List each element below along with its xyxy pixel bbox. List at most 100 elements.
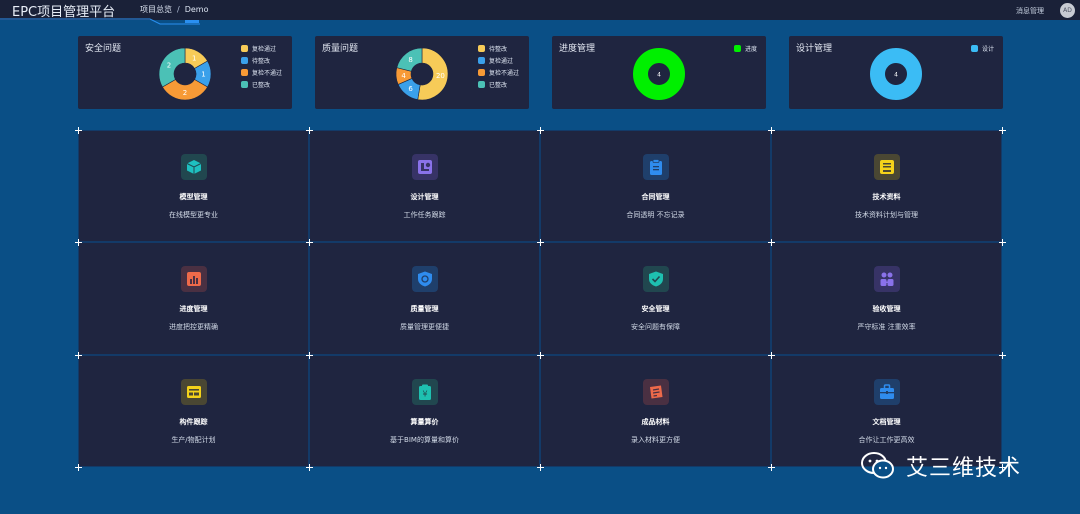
stat-panel-0[interactable]: 安全问题 1 1 2 2 复检通过 待整改 复检不通过 已整改: [78, 36, 292, 109]
legend-label: 待整改: [252, 57, 271, 65]
wechat-logo-icon: [861, 452, 894, 479]
legend-label: 复检不通过: [489, 69, 520, 77]
module-card[interactable]: 设计管理 工作任务跟踪: [309, 130, 540, 243]
legend-label: 复检不通过: [252, 69, 283, 77]
module-title: 设计管理: [410, 193, 439, 201]
shield-badge-icon: [418, 271, 432, 287]
module-icon-box: ¥: [412, 378, 438, 405]
breadcrumb: 项目总览 / Demo: [140, 5, 209, 14]
legend-swatch: [241, 68, 248, 76]
avatar[interactable]: AD: [1060, 3, 1075, 18]
legend-item[interactable]: 进度: [734, 42, 757, 54]
module-title: 算量算价: [410, 417, 439, 426]
legend-label: 复检通过: [489, 57, 514, 65]
watermark: 艾三维技术: [860, 446, 1060, 486]
legend-item[interactable]: 复检不通过: [241, 66, 282, 78]
donut-value-label: 4: [657, 72, 661, 79]
legend-swatch: [241, 44, 248, 52]
grid-corner-marker: [537, 463, 544, 471]
module-card[interactable]: 模型管理在线模型更专业: [78, 130, 309, 243]
watermark-text: 艾三维技术: [906, 456, 1022, 481]
book-icon: [880, 160, 894, 174]
grid-corner-marker: [999, 127, 1006, 134]
module-description: 安全问题有保障: [631, 323, 680, 332]
donut-value-label: 1: [192, 54, 196, 62]
module-card[interactable]: ¥ 算量算价基于BIM的算量和算价: [309, 354, 540, 467]
legend-item[interactable]: 设计: [971, 42, 994, 54]
module-card[interactable]: 成品材料录入材料更方便: [540, 354, 771, 467]
legend-item[interactable]: 已整改: [241, 78, 282, 90]
stat-panel-2[interactable]: 进度管理 4 进度: [552, 36, 766, 109]
module-description: 录入材料更方便: [631, 435, 680, 444]
grid-corner-marker: [306, 127, 313, 134]
module-icon-box: [874, 378, 900, 405]
module-icon-box: [181, 266, 207, 293]
module-card[interactable]: 构件跟踪 生产/物配计划: [78, 354, 309, 467]
module-card[interactable]: 技术资料 技术资料计划与管理: [771, 130, 1002, 243]
module-description: 进度把控更精确: [169, 323, 218, 332]
module-icon-box: [874, 154, 900, 180]
donut-value-label: 4: [894, 72, 898, 79]
material-icon: [650, 385, 663, 399]
module-description: 合同透明 不忘记录: [626, 211, 685, 219]
module-card[interactable]: 质量管理 质量管理更便捷: [309, 242, 540, 355]
module-card[interactable]: 进度管理 进度把控更精确: [78, 242, 309, 355]
module-title: 模型管理: [179, 193, 208, 201]
legend-item[interactable]: 复检通过: [241, 42, 282, 54]
module-title: 质量管理: [410, 305, 439, 314]
grid-corner-marker: [75, 463, 82, 471]
grid-corner-marker: [306, 463, 313, 471]
people-icon: [880, 272, 894, 287]
design-icon: [418, 160, 432, 174]
module-card[interactable]: 合同管理 合同透明 不忘记录: [540, 130, 771, 243]
legend-label: 待整改: [489, 45, 508, 53]
legend-swatch: [478, 68, 485, 76]
grid-corner-marker: [75, 127, 82, 134]
legend-swatch: [241, 56, 248, 64]
legend-item[interactable]: 已整改: [478, 78, 519, 90]
breadcrumb-item-overview[interactable]: 项目总览: [140, 5, 172, 14]
donut-slice[interactable]: [158, 47, 186, 88]
grid-corner-marker: [306, 239, 313, 247]
legend-item[interactable]: 待整改: [241, 54, 282, 66]
grid-corner-marker: [537, 127, 544, 134]
legend-label: 进度: [745, 45, 758, 53]
legend-item[interactable]: 待整改: [478, 42, 519, 54]
legend-swatch: [478, 44, 485, 52]
module-description: 合作让工作更高效: [858, 435, 915, 444]
card-icon: [187, 385, 201, 398]
grid-corner-marker: [999, 351, 1006, 359]
grid-corner-marker: [537, 351, 544, 359]
shield-check-icon: [649, 271, 663, 287]
stat-panel-1[interactable]: 质量问题 20 6 4 8 待整改 复检通过 复检不通过 已整改: [315, 36, 529, 109]
breadcrumb-item-project[interactable]: Demo: [185, 5, 209, 14]
grid-corner-marker: [768, 351, 775, 359]
chart-legend: 待整改复检通过复检不通过 已整改: [478, 42, 519, 90]
cube-icon: [186, 160, 202, 174]
module-card[interactable]: 安全管理 安全问题有保障: [540, 242, 771, 355]
legend-item[interactable]: 复检不通过: [478, 66, 519, 78]
legend-item[interactable]: 复检通过: [478, 54, 519, 66]
module-description: 生产/物配计划: [171, 435, 216, 444]
chart-legend: 进度: [734, 42, 757, 54]
module-description: 基于BIM的算量和算价: [390, 435, 459, 444]
legend-swatch: [734, 44, 741, 52]
module-icon-box: [874, 266, 900, 293]
grid-corner-marker: [768, 127, 775, 134]
legend-label: 设计: [982, 45, 995, 53]
stat-panel-3[interactable]: 设计管理 4 设计: [789, 36, 1003, 109]
price-icon: ¥: [419, 384, 431, 400]
module-icon-box: [643, 378, 669, 405]
module-description: 严守标准 注重效率: [857, 323, 916, 332]
module-title: 文档管理: [872, 417, 901, 426]
module-description: 在线模型更专业: [169, 211, 218, 219]
module-title: 验收管理: [872, 305, 901, 314]
grid-corner-marker: [75, 239, 82, 247]
module-card[interactable]: 验收管理严守标准 注重效率: [771, 242, 1002, 355]
module-title: 成品材料: [641, 417, 670, 426]
donut-value-label: 1: [201, 71, 205, 79]
donut-value-label: 4: [401, 72, 406, 80]
legend-label: 复检通过: [252, 45, 277, 53]
messages-link[interactable]: 消息管理: [1016, 6, 1044, 16]
grid-corner-marker: [999, 239, 1006, 247]
